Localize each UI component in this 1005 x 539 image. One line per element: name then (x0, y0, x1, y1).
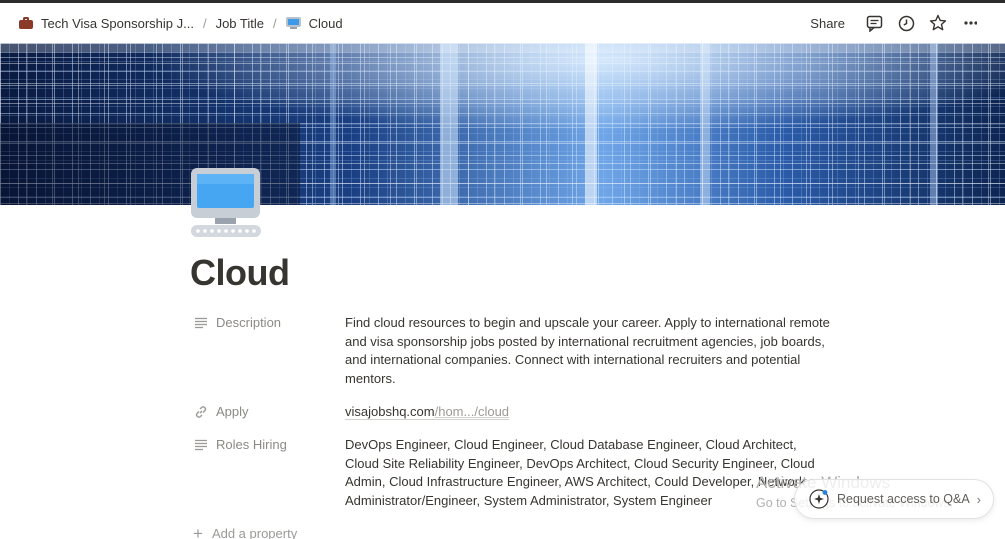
more-icon[interactable] (961, 14, 979, 32)
page-icon-desktop-computer[interactable] (190, 167, 262, 239)
breadcrumb-separator: / (273, 15, 277, 31)
breadcrumb: Tech Visa Sponsorship J... / Job Title /… (16, 3, 346, 43)
plus-icon: + (193, 524, 203, 539)
breadcrumb-label: Tech Visa Sponsorship J... (41, 15, 194, 31)
breadcrumb-item-cloud[interactable]: Cloud (283, 14, 346, 33)
apply-link[interactable]: visajobshq.com/hom.../cloud (345, 404, 510, 420)
briefcase-icon (19, 17, 33, 29)
property-name-apply[interactable]: Apply (190, 403, 345, 422)
clock-icon[interactable] (897, 14, 915, 32)
page-title[interactable]: Cloud (190, 252, 290, 294)
link-icon (193, 404, 209, 420)
breadcrumb-item-job-title[interactable]: Job Title (213, 14, 267, 33)
text-lines-icon (193, 315, 209, 331)
comment-icon[interactable] (865, 14, 883, 32)
property-row-description: Description Find cloud resources to begi… (190, 314, 830, 389)
add-property-button[interactable]: + Add a property (193, 525, 297, 539)
property-name-description[interactable]: Description (190, 314, 345, 389)
top-bar: Tech Visa Sponsorship J... / Job Title /… (0, 3, 1005, 43)
property-label: Apply (216, 404, 249, 419)
chevron-right-icon: › (976, 492, 981, 507)
share-button[interactable]: Share (810, 16, 845, 31)
star-icon[interactable] (929, 14, 947, 32)
apply-link-path: /hom.../cloud (434, 404, 510, 419)
property-row-apply: Apply visajobshq.com/hom.../cloud (190, 403, 830, 422)
breadcrumb-label: Cloud (308, 15, 343, 31)
property-label: Description (216, 315, 282, 330)
text-lines-icon (193, 437, 209, 453)
qa-button-label: Request access to Q&A (837, 492, 970, 506)
property-row-roles-hiring: Roles Hiring DevOps Engineer, Cloud Engi… (190, 436, 830, 511)
breadcrumb-item-database[interactable]: Tech Visa Sponsorship J... (16, 14, 197, 33)
property-value-apply: visajobshq.com/hom.../cloud (345, 403, 830, 422)
topbar-actions: Share (810, 3, 979, 43)
data-center-cover-graphic (0, 43, 1005, 205)
property-name-roles-hiring[interactable]: Roles Hiring (190, 436, 345, 511)
sparkle-icon (809, 489, 829, 509)
add-property-label: Add a property (211, 526, 298, 539)
apply-link-domain: visajobshq.com (345, 404, 435, 419)
property-label: Roles Hiring (216, 437, 287, 452)
desktop-computer-icon (285, 17, 301, 29)
request-qa-access-button[interactable]: Request access to Q&A › (794, 479, 994, 519)
breadcrumb-separator: / (202, 15, 207, 31)
breadcrumb-label: Job Title (215, 15, 264, 31)
property-value-description[interactable]: Find cloud resources to begin and upscal… (345, 314, 830, 389)
cover-image[interactable] (0, 43, 1005, 205)
desktop-computer-icon (191, 168, 261, 237)
